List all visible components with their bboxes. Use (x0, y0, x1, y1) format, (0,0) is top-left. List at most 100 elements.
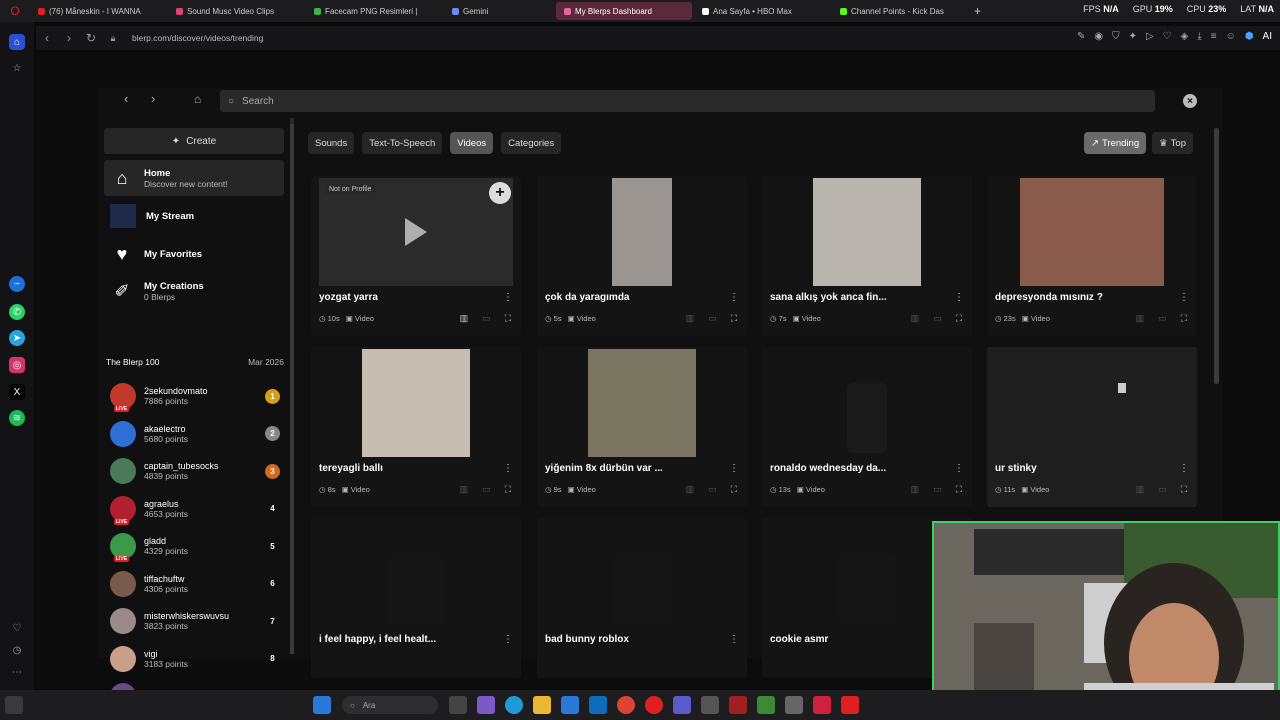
store-icon[interactable] (561, 696, 579, 714)
video-title[interactable]: çok da yaragımda (545, 292, 720, 303)
reload-icon[interactable]: ↻ (80, 31, 102, 45)
video-card[interactable]: tereyagli ballı ⋮ ◷ 8s ▣ Video ▥ ▭ ⛶ (311, 347, 521, 507)
video-thumbnail[interactable] (319, 349, 513, 457)
play-icon[interactable] (405, 218, 427, 246)
browser-tab[interactable]: My Blerps Dashboard (556, 2, 692, 20)
telegram-icon[interactable]: ➤ (9, 330, 25, 346)
instagram-icon[interactable]: ◎ (9, 357, 25, 373)
fullscreen-icon[interactable]: ⛶ (1181, 484, 1187, 495)
video-title[interactable]: yiğenim 8x dürbün var ... (545, 463, 720, 474)
video-card[interactable]: yiğenim 8x dürbün var ... ⋮ ◷ 9s ▣ Video ▥ ▭ ⛶ (537, 347, 747, 507)
app-icon[interactable] (729, 696, 747, 714)
ai-button[interactable]: AI (1263, 31, 1272, 42)
home-icon[interactable]: ⌂ (9, 34, 25, 50)
opera-icon[interactable] (645, 696, 663, 714)
sort-top[interactable]: ♛ Top (1152, 132, 1193, 154)
forward-icon[interactable]: › (58, 31, 80, 45)
window-icon[interactable]: ▭ (933, 484, 942, 495)
url-text[interactable]: blerp.com/discover/videos/trending (132, 33, 263, 43)
pin-icon[interactable]: ▥ (460, 484, 469, 495)
video-title[interactable]: cookie asmr (770, 634, 945, 645)
video-thumbnail[interactable] (995, 349, 1189, 457)
explorer-icon[interactable] (533, 696, 551, 714)
more-options-icon[interactable]: ⋮ (503, 634, 513, 645)
more-icon[interactable]: ⋯ (9, 664, 25, 680)
edge-icon[interactable] (505, 696, 523, 714)
copilot-icon[interactable] (477, 696, 495, 714)
sidebar-item-home[interactable]: ⌂ Home Discover new content! (104, 160, 284, 196)
wallet-icon[interactable]: ◈ (1181, 31, 1189, 42)
bookmark-icon[interactable]: ☆ (9, 60, 25, 76)
more-options-icon[interactable]: ⋮ (954, 292, 964, 303)
fullscreen-icon[interactable]: ⛶ (731, 313, 737, 324)
video-card[interactable]: bad bunny roblox ⋮ (537, 518, 747, 678)
pin-icon[interactable]: ▥ (686, 484, 695, 495)
video-title[interactable]: i feel happy, i feel healt... (319, 634, 494, 645)
account-icon[interactable]: ☺ (1226, 31, 1236, 42)
youtube-icon[interactable] (841, 696, 859, 714)
opera-logo-icon[interactable]: O (0, 4, 30, 18)
pin-icon[interactable]: ▥ (911, 484, 920, 495)
weather-icon[interactable] (5, 696, 23, 714)
browser-tab[interactable]: Ana Sayfa • HBO Max (694, 2, 830, 20)
video-card[interactable]: Not on Profile + yozgat yarra ⋮ ◷ 10s ▣ Video… (311, 176, 521, 336)
window-icon[interactable]: ▭ (1158, 484, 1167, 495)
window-icon[interactable]: ▭ (482, 484, 491, 495)
window-icon[interactable]: ▭ (482, 313, 491, 324)
shield-icon[interactable]: ⛉ (1112, 31, 1120, 42)
video-thumbnail[interactable] (545, 349, 739, 457)
browser-tab[interactable]: Channel Points - Kick Das (832, 2, 968, 20)
leaderboard-row[interactable]: LIVE 2sekundovmato 7886 points 1 (110, 378, 284, 414)
extension-icon[interactable]: ✦ (1129, 31, 1137, 42)
edit-icon[interactable]: ✎ (1077, 31, 1085, 42)
settings-icon[interactable]: ⬢ (1245, 31, 1254, 42)
leaderboard-row[interactable]: captain_tubesocks 4839 points 3 (110, 453, 284, 489)
teams-icon[interactable] (673, 696, 691, 714)
forward-arrow-icon[interactable]: › (151, 91, 155, 106)
fullscreen-icon[interactable]: ⛶ (505, 484, 511, 495)
fullscreen-icon[interactable]: ⛶ (1181, 313, 1187, 324)
create-button[interactable]: ✦ Create (104, 128, 284, 154)
browser-tab[interactable]: Sound Musc Video Clips (168, 2, 304, 20)
fullscreen-icon[interactable]: ⛶ (956, 313, 962, 324)
favorite-icon[interactable]: ♡ (1163, 31, 1172, 42)
tab-videos[interactable]: Videos (450, 132, 494, 154)
video-thumbnail[interactable] (995, 178, 1189, 286)
video-card[interactable]: çok da yaragımda ⋮ ◷ 5s ▣ Video ▥ ▭ ⛶ (537, 176, 747, 336)
video-card[interactable]: ur stinky ⋮ ◷ 11s ▣ Video ▥ ▭ ⛶ (987, 347, 1197, 507)
window-icon[interactable]: ▭ (708, 484, 717, 495)
content-scrollbar[interactable] (1214, 128, 1219, 384)
back-arrow-icon[interactable]: ‹ (124, 91, 128, 106)
tab-categories[interactable]: Categories (501, 132, 562, 154)
tab-text-to-speech[interactable]: Text-To-Speech (362, 132, 443, 154)
app-icon[interactable] (757, 696, 775, 714)
x-icon[interactable]: X (9, 384, 25, 400)
video-card[interactable]: sana alkış yok anca fin... ⋮ ◷ 7s ▣ Video ▥ ▭… (762, 176, 972, 336)
sidebar-item-my-stream[interactable]: My Stream (104, 198, 284, 234)
video-title[interactable]: yozgat yarra (319, 292, 494, 303)
fullscreen-icon[interactable]: ⛶ (956, 484, 962, 495)
app-icon[interactable] (701, 696, 719, 714)
pin-icon[interactable]: ▥ (1136, 484, 1145, 495)
more-options-icon[interactable]: ⋮ (1179, 292, 1189, 303)
leaderboard-row[interactable]: vigi 3183 points 8 (110, 641, 284, 677)
taskview-icon[interactable] (449, 696, 467, 714)
leaderboard-row[interactable]: akaelectro 5680 points 2 (110, 416, 284, 452)
fullscreen-icon[interactable]: ⛶ (505, 313, 511, 324)
video-title[interactable]: ur stinky (995, 463, 1170, 474)
video-title[interactable]: bad bunny roblox (545, 634, 720, 645)
leaderboard-row[interactable]: misterwhiskerswuvsu 3823 points 7 (110, 603, 284, 639)
more-options-icon[interactable]: ⋮ (729, 292, 739, 303)
leaderboard-row[interactable]: LIVE agraelus 4653 points 4 (110, 491, 284, 527)
more-options-icon[interactable]: ⋮ (1179, 463, 1189, 474)
pin-icon[interactable]: ▥ (460, 313, 469, 324)
video-title[interactable]: depresyonda mısınız ? (995, 292, 1170, 303)
more-options-icon[interactable]: ⋮ (729, 634, 739, 645)
pin-icon[interactable]: ▥ (911, 313, 920, 324)
download-icon[interactable]: ⤓ (1197, 31, 1201, 42)
close-button[interactable]: × (1183, 94, 1197, 108)
back-icon[interactable]: ‹ (36, 31, 58, 45)
messenger-icon[interactable]: ~ (9, 276, 25, 292)
search-input[interactable]: ○ Search (220, 90, 1155, 112)
sidebar-scrollbar[interactable] (290, 118, 294, 654)
